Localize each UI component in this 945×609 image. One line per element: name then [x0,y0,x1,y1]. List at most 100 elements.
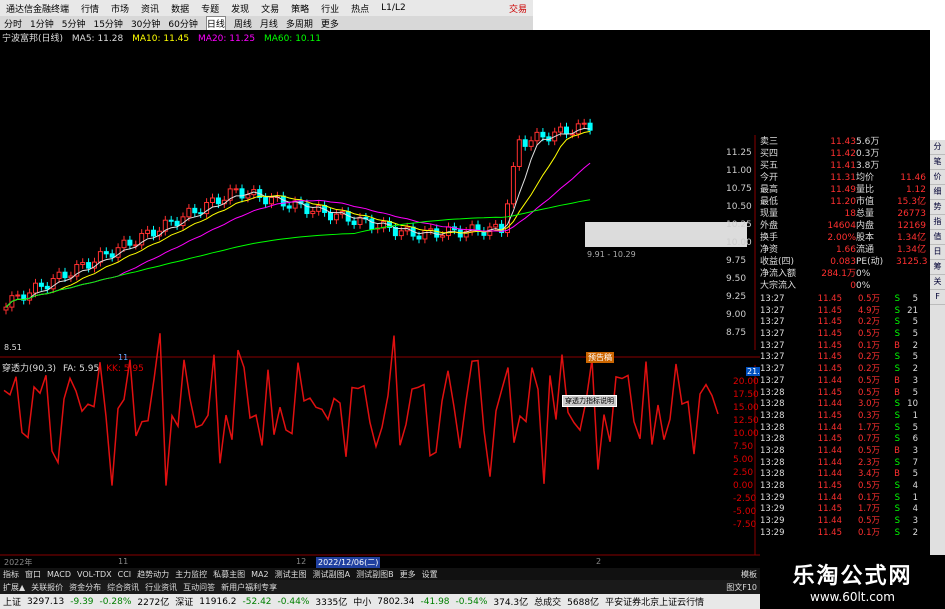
candle-body [198,212,204,215]
menu-jiaoyi[interactable]: 交易 [509,2,527,15]
info-tab[interactable]: 新用户福利专享 [221,582,277,593]
template-button[interactable]: 模板 [741,569,757,580]
side-tab[interactable]: F [930,290,945,305]
indicator-tab[interactable]: 更多 [400,569,416,580]
indicator-tab[interactable]: 测试副图A [313,569,350,580]
menu-shuju[interactable]: 数据 [171,2,189,15]
quote-cell: 市值 [856,197,875,207]
tick-cell: 13:27 [760,317,785,328]
menu-wenyi[interactable]: 文易 [261,2,279,15]
quote-cell: 外盘 [760,221,779,231]
period-multi[interactable]: 多周期 [286,17,313,30]
quote-row: 最高 11.49 量比 1.12 [760,184,930,196]
tick-cell: 11.45 [817,305,842,316]
tick-list[interactable]: 13:27 11.45 0.5万 S 5 13:27 11.45 4.9万 S 21 13:27 11… [760,294,930,539]
indicator-tab[interactable]: CCI [118,570,132,579]
side-tab[interactable]: 关 [930,275,945,290]
period-15min[interactable]: 15分钟 [93,17,122,30]
range-highlight-box [585,222,747,247]
status-item: 7802.34 [377,596,415,607]
info-tab[interactable]: 关联报价 [31,582,63,593]
side-tab[interactable]: 日 [930,245,945,260]
candle-body [263,196,269,205]
side-tab[interactable]: 分 [930,140,945,155]
period-fenshi[interactable]: 分时 [4,17,22,30]
info-tab[interactable]: 综合资讯 [107,582,139,593]
period-month[interactable]: 月线 [260,17,278,30]
candle-body [239,188,245,199]
info-tab[interactable]: 扩展▲ [3,582,25,593]
y-tick: 17.50 [733,390,759,400]
candle-body [440,235,446,238]
info-tab[interactable]: 资金分布 [69,582,101,593]
quote-cell: 收益(四) [760,257,795,267]
status-item: 总成交 [534,598,562,608]
info-tab[interactable]: 互动问答 [183,582,215,593]
side-tab[interactable]: 细 [930,185,945,200]
sub-legend: 穿透力(90,3) FA: 5.95 KK: 5.95 [2,361,144,374]
side-tab[interactable]: 指 [930,215,945,230]
y-tick: 12.50 [733,416,759,426]
menu-hangqing[interactable]: 行情 [81,2,99,15]
side-tab[interactable]: 值 [930,230,945,245]
y-tick: 10.50 [726,202,752,212]
tick-cell: 0.5万 [857,481,880,491]
indicator-tab[interactable]: 趋势动力 [137,569,169,580]
quote-cell: 0.083 [830,257,856,267]
indicator-tab[interactable]: 私募主图 [213,569,245,580]
f10-button[interactable]: 图文F10 [726,582,757,593]
period-week[interactable]: 周线 [234,17,252,30]
indicator-tab[interactable]: 主力监控 [175,569,207,580]
period-more[interactable]: 更多 [321,17,339,30]
info-tab[interactable]: 行业资讯 [145,582,177,593]
menu-hangye[interactable]: 行业 [321,2,339,15]
quote-cell: 量比 [856,185,875,195]
side-tab[interactable]: 笔 [930,155,945,170]
menu-redian[interactable]: 热点 [351,2,369,15]
side-tab[interactable]: 价 [930,170,945,185]
side-tab[interactable]: 势 [930,200,945,215]
period-1min[interactable]: 1分钟 [30,17,54,30]
tick-row: 13:29 11.45 0.1万 S 2 [760,528,930,540]
menu-zhuanti[interactable]: 专题 [201,2,219,15]
indicator-tab[interactable]: MACD [47,570,71,579]
tick-row: 13:29 11.44 0.5万 S 3 [760,516,930,528]
tick-cell: 1.7万 [857,422,880,433]
event-label[interactable]: 预告稿 [586,352,614,363]
indicator-tab[interactable]: 窗口 [25,569,41,580]
menu-celue[interactable]: 策略 [291,2,309,15]
side-tabs: 分笔价细势指值日筹关F [930,140,945,590]
chart-svg [0,118,760,556]
candle-body [310,210,316,215]
indicator-tab[interactable]: 测试副图B [356,569,394,580]
chart-area[interactable]: 宁波富邦(日线) MA5: 11.28 MA10: 11.45 MA20: 11… [0,30,771,568]
tick-cell: 2 [912,340,918,351]
indicator-tab[interactable]: 指标 [3,569,19,580]
tick-cell: 3.4万 [857,469,880,480]
period-30min[interactable]: 30分钟 [131,17,160,30]
status-item: -0.44% [277,596,310,607]
period-60min[interactable]: 60分钟 [168,17,197,30]
watermark-url: www.60lt.com [810,590,895,604]
menu-faxian[interactable]: 发现 [231,2,249,15]
sub-title: 穿透力(90,3) [2,364,57,374]
tick-cell: S [894,294,900,304]
indicator-popup[interactable]: 穿透力指标说明 [562,395,617,407]
indicator-tab[interactable]: 测试主图 [275,569,307,580]
quote-cell: 5.6万 [856,137,880,147]
indicator-tab[interactable]: VOL-TDX [77,570,112,579]
tick-cell: 13:27 [760,329,785,340]
status-item: 深证 [175,598,194,608]
period-5min[interactable]: 5分钟 [62,17,86,30]
menu-l1l2[interactable]: L1/L2 [381,3,406,13]
tick-cell: 2 [912,364,918,375]
tick-cell: 4 [912,481,918,491]
status-item: -0.54% [455,596,488,607]
indicator-tab[interactable]: 设置 [422,569,438,580]
period-day[interactable]: 日线 [205,15,226,31]
menu-zixun[interactable]: 资讯 [141,2,159,15]
side-tab[interactable]: 筹 [930,260,945,275]
quote-cell: 流通 [856,245,875,255]
menu-shichang[interactable]: 市场 [111,2,129,15]
indicator-tab[interactable]: MA2 [251,570,268,579]
